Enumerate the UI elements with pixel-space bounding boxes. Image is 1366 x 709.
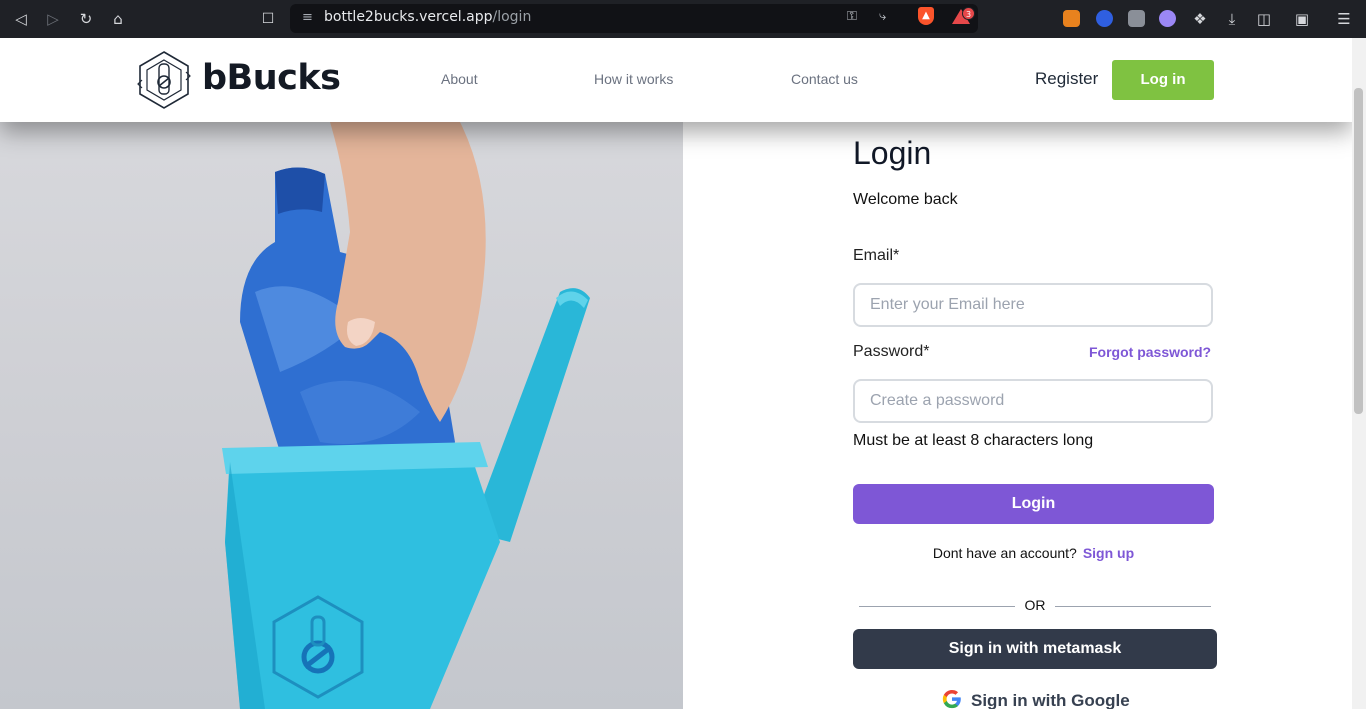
register-link[interactable]: Register — [1035, 69, 1098, 89]
login-form: Login Welcome back Email* Password* Forg… — [853, 122, 1223, 709]
bbucks-logo-icon[interactable] — [136, 48, 192, 112]
scrollbar-thumb[interactable] — [1354, 88, 1363, 414]
nav-link-about[interactable]: About — [441, 71, 478, 87]
extension-icon-blue[interactable] — [1096, 10, 1113, 27]
hero-image — [0, 122, 683, 709]
or-divider: OR — [859, 597, 1211, 615]
google-icon — [942, 689, 961, 709]
bookmark-icon[interactable]: ☐ — [257, 8, 279, 30]
nav-link-how-it-works[interactable]: How it works — [594, 71, 673, 87]
login-title: Login — [853, 135, 932, 171]
forgot-password-link[interactable]: Forgot password? — [1089, 344, 1211, 360]
google-sign-in-label: Sign in with Google — [971, 691, 1130, 709]
reload-icon[interactable]: ↻ — [75, 8, 97, 30]
password-input[interactable] — [853, 379, 1213, 423]
google-sign-in-button[interactable]: Sign in with Google — [941, 688, 1130, 709]
site-navbar: bBucks About How it works Contact us Reg… — [0, 38, 1352, 122]
email-input[interactable] — [853, 283, 1213, 327]
home-icon[interactable]: ⌂ — [107, 8, 129, 30]
key-icon[interactable]: ⚿ — [847, 9, 857, 24]
metamask-extension-icon[interactable] — [1063, 10, 1080, 27]
password-label: Password* — [853, 343, 930, 360]
login-subtitle: Welcome back — [853, 191, 958, 208]
login-submit-button[interactable]: Login — [853, 484, 1214, 524]
back-icon[interactable]: ◁ — [10, 8, 32, 30]
url-text[interactable]: bottle2bucks.vercel.app/login — [324, 9, 531, 25]
brave-shields-icon[interactable]: ▲ — [918, 7, 934, 25]
no-account-text: Dont have an account? — [932, 545, 1077, 561]
site-info-icon[interactable]: ≡ — [302, 10, 313, 25]
wallet-icon[interactable]: ▣ — [1291, 8, 1313, 30]
nav-login-button[interactable]: Log in — [1112, 60, 1214, 100]
browser-toolbar: ◁ ▷ ↻ ⌂ ☐ ≡ bottle2bucks.vercel.app/logi… — [0, 0, 1366, 38]
sign-up-link[interactable]: Sign up — [1083, 545, 1134, 561]
password-hint: Must be at least 8 characters long — [853, 432, 1094, 449]
forward-icon[interactable]: ▷ — [42, 8, 64, 30]
extensions-puzzle-icon[interactable]: ❖ — [1189, 8, 1211, 30]
nav-link-contact-us[interactable]: Contact us — [791, 71, 858, 87]
bottle-recycling-illustration — [222, 122, 590, 709]
sidebar-icon[interactable]: ◫ — [1253, 8, 1275, 30]
download-icon[interactable]: ⤓ — [1221, 8, 1243, 30]
or-text: OR — [1024, 597, 1046, 613]
notification-badge: 3 — [962, 7, 975, 20]
extension-icon-gray[interactable] — [1128, 10, 1145, 27]
extension-icon-ghost[interactable] — [1159, 10, 1176, 27]
metamask-sign-in-button[interactable]: Sign in with metamask — [853, 629, 1217, 669]
share-icon[interactable]: ⤷ — [879, 9, 886, 24]
email-label: Email* — [853, 247, 900, 264]
address-bar[interactable]: ≡ bottle2bucks.vercel.app/login ⚿ ⤷ — [290, 4, 978, 33]
menu-icon[interactable]: ☰ — [1333, 8, 1355, 30]
brand-name[interactable]: bBucks — [202, 58, 341, 98]
page: bBucks About How it works Contact us Reg… — [0, 38, 1352, 709]
signup-prompt: Dont have an account? Sign up — [853, 545, 1214, 561]
